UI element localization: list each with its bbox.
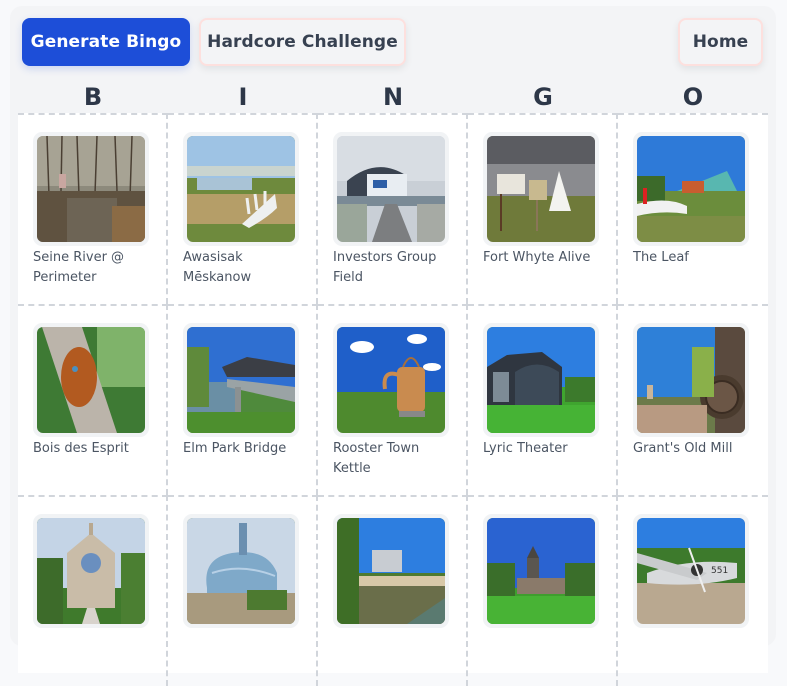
bingo-cell[interactable] [468,495,618,686]
column-letter-n: N [382,83,404,111]
hardcore-challenge-button[interactable]: Hardcore Challenge [199,18,406,66]
cell-photo-frame [333,323,449,437]
location-photo [187,327,295,433]
svg-text:551: 551 [711,566,728,576]
location-photo [187,136,295,242]
cell-label: Awasisak Mēskanow [183,250,252,285]
bingo-cell[interactable]: Elm Park Bridge [168,304,318,495]
cell-photo-frame: 551 [633,514,749,628]
cell-label: Investors Group Field [333,250,437,285]
cell-label: Elm Park Bridge [183,441,287,456]
cell-photo-frame [633,323,749,437]
location-photo [487,327,595,433]
location-photo [337,136,445,242]
bingo-cell[interactable]: Seine River @ Perimeter [18,113,168,304]
cell-photo-frame [33,323,149,437]
cell-photo-frame [183,514,299,628]
bingo-cell[interactable]: Lyric Theater [468,304,618,495]
cell-photo-frame [333,132,449,246]
cell-photo-frame [183,132,299,246]
location-photo [337,518,445,624]
bingo-cell[interactable]: Bois des Esprit [18,304,168,495]
location-photo: 551 [637,518,745,624]
bingo-cell[interactable] [168,495,318,686]
location-photo [487,518,595,624]
location-photo [187,518,295,624]
column-letter-o: O [682,83,704,111]
location-photo [637,327,745,433]
cell-label: Fort Whyte Alive [483,250,591,265]
bingo-cell[interactable]: Rooster Town Kettle [318,304,468,495]
bingo-cell[interactable] [18,495,168,686]
cell-photo-frame [183,323,299,437]
bingo-cell[interactable]: 551 [618,495,768,686]
bingo-grid: Seine River @ Perimeter Awasisak Mēskano… [18,113,768,686]
bingo-cell[interactable]: Investors Group Field [318,113,468,304]
bingo-cell[interactable]: The Leaf [618,113,768,304]
location-photo [37,327,145,433]
bingo-header: B I N G O [18,82,768,112]
cell-photo-frame [483,514,599,628]
cell-photo-frame [333,514,449,628]
home-button[interactable]: Home [678,18,763,66]
location-photo [637,136,745,242]
cell-label: Rooster Town Kettle [333,441,420,476]
bingo-cell[interactable]: Fort Whyte Alive [468,113,618,304]
column-letter-b: B [83,83,103,111]
location-photo [37,136,145,242]
location-photo [487,136,595,242]
location-photo [37,518,145,624]
cell-label: Bois des Esprit [33,441,129,456]
column-letter-i: I [238,83,248,111]
bingo-cell[interactable] [318,495,468,686]
cell-label: Lyric Theater [483,441,568,456]
cell-photo-frame [33,514,149,628]
generate-bingo-button[interactable]: Generate Bingo [22,18,190,66]
cell-photo-frame [633,132,749,246]
cell-photo-frame [33,132,149,246]
cell-label: Seine River @ Perimeter [33,250,125,285]
cell-photo-frame [483,323,599,437]
cell-label: The Leaf [633,250,689,265]
bingo-cell[interactable]: Awasisak Mēskanow [168,113,318,304]
cell-photo-frame [483,132,599,246]
bingo-cell[interactable]: Grant's Old Mill [618,304,768,495]
cell-label: Grant's Old Mill [633,441,733,456]
location-photo [337,327,445,433]
column-letter-g: G [533,83,553,111]
